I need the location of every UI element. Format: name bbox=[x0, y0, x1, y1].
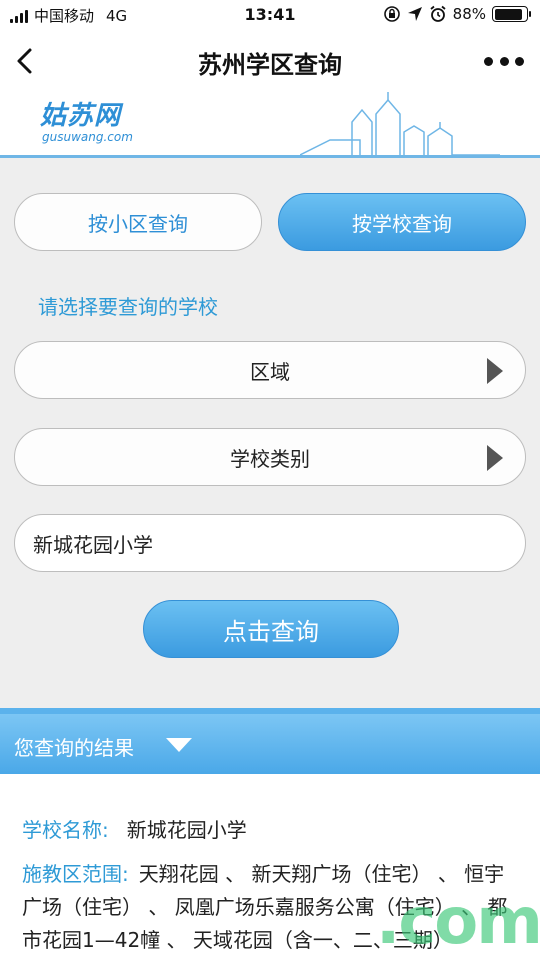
caret-down-icon bbox=[166, 738, 192, 752]
status-right: 88% bbox=[383, 5, 531, 23]
school-type-select-label: 学校类别 bbox=[230, 446, 310, 471]
tab-search-by-community[interactable]: 按小区查询 bbox=[14, 193, 262, 251]
signal-icon bbox=[10, 9, 28, 23]
triangle-right-icon bbox=[487, 358, 503, 384]
network-type: 4G bbox=[106, 6, 128, 25]
region-select[interactable]: 区域 bbox=[14, 341, 526, 399]
school-name-value: 新城花园小学 bbox=[126, 818, 247, 842]
site-logo: 姑苏网 gusuwang.com bbox=[40, 102, 133, 144]
form-prompt: 请选择要查询的学校 bbox=[38, 295, 218, 319]
skyline-icon bbox=[300, 92, 500, 156]
results-title: 您查询的结果 bbox=[14, 736, 134, 760]
logo-sub: gusuwang.com bbox=[42, 130, 133, 144]
more-dot-icon bbox=[515, 56, 524, 66]
status-left: 中国移动 4G bbox=[10, 5, 127, 26]
battery-fill bbox=[494, 8, 522, 20]
more-dot-icon bbox=[484, 56, 493, 66]
school-name-label: 学校名称: bbox=[22, 818, 109, 842]
alarm-icon bbox=[430, 5, 446, 22]
more-dot-icon bbox=[499, 56, 509, 66]
location-icon bbox=[407, 7, 422, 21]
more-button[interactable] bbox=[484, 48, 524, 74]
battery-percent: 88% bbox=[452, 5, 486, 23]
district-label: 施教区范围: bbox=[22, 862, 129, 886]
battery-icon bbox=[492, 6, 531, 22]
district-row: 施教区范围: 天翔花园 、 新天翔广场（住宅） 、 恒宇广场（住宅） 、 凤凰广场… bbox=[22, 858, 522, 957]
search-form: 按小区查询 按学校查询 请选择要查询的学校 区域 学校类别 点击查询 bbox=[0, 158, 540, 708]
query-button[interactable]: 点击查询 bbox=[143, 600, 399, 658]
rotation-lock-icon bbox=[383, 6, 400, 22]
logo-main: 姑苏网 bbox=[40, 101, 122, 131]
triangle-right-icon bbox=[487, 445, 503, 471]
region-select-label: 区域 bbox=[250, 359, 290, 384]
status-bar: 中国移动 4G 13:41 88% bbox=[0, 0, 540, 32]
tab-search-by-school[interactable]: 按学校查询 bbox=[278, 193, 526, 251]
results-header[interactable]: 您查询的结果 bbox=[0, 708, 540, 774]
school-name-input[interactable] bbox=[14, 514, 526, 572]
banner: 姑苏网 gusuwang.com bbox=[0, 90, 540, 158]
page-title: 苏州学区查询 bbox=[198, 51, 342, 79]
results-body: 学校名称: 新城花园小学 施教区范围: 天翔花园 、 新天翔广场（住宅） 、 恒宇广… bbox=[0, 774, 540, 960]
school-name-row: 学校名称: 新城花园小学 bbox=[22, 814, 247, 843]
school-type-select[interactable]: 学校类别 bbox=[14, 428, 526, 486]
nav-bar: 苏州学区查询 bbox=[0, 32, 540, 90]
carrier-name: 中国移动 bbox=[34, 7, 95, 25]
